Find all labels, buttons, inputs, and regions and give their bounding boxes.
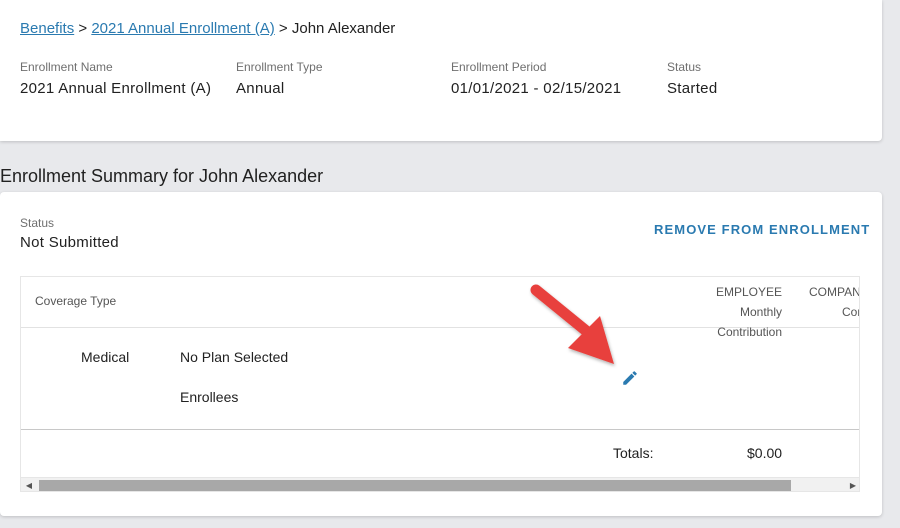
enrollment-status-field: Status Started: [667, 60, 717, 97]
totals-divider: [21, 429, 859, 430]
coverage-type-cell: Medical: [81, 349, 130, 365]
header-coverage-type: Coverage Type: [35, 294, 117, 308]
totals-value: $0.00: [747, 445, 783, 461]
breadcrumb-enrollment-link[interactable]: 2021 Annual Enrollment (A): [91, 20, 274, 37]
header-employee-line1: EMPLOYEE Monthly: [715, 285, 782, 319]
summary-status-value: Not Submitted: [20, 234, 119, 251]
enrollment-status-value: Started: [667, 80, 718, 97]
enrollment-type-label: Enrollment Type: [236, 60, 323, 74]
enrollment-period-label: Enrollment Period: [451, 60, 547, 74]
totals-label: Totals:: [613, 445, 654, 461]
breadcrumb-current: John Alexander: [291, 20, 396, 37]
enrollment-name-value: 2021 Annual Enrollment (A): [20, 80, 212, 97]
enrollment-type-field: Enrollment Type Annual: [236, 60, 323, 97]
enrollment-summary-card: Status Not Submitted REMOVE FROM ENROLLM…: [0, 192, 882, 516]
enrollment-type-value: Annual: [236, 80, 285, 97]
summary-status-label: Status: [20, 216, 55, 230]
scrollbar-thumb[interactable]: [39, 480, 791, 491]
scroll-left-icon[interactable]: ◀: [21, 478, 37, 491]
enrollment-period-value: 01/01/2021 - 02/15/2021: [451, 80, 622, 97]
plan-cell: No Plan Selected: [180, 349, 289, 365]
header-employee-line2: Contribution: [717, 325, 782, 339]
coverage-table: Coverage Type EMPLOYEE Monthly Contribut…: [20, 276, 860, 492]
horizontal-scrollbar[interactable]: ◀ ▶: [21, 477, 859, 491]
table-header: Coverage Type EMPLOYEE Monthly Contribut…: [21, 277, 860, 339]
enrollment-name-field: Enrollment Name 2021 Annual Enrollment (…: [20, 60, 211, 97]
enrollment-period-field: Enrollment Period 01/01/2021 - 02/15/202…: [451, 60, 621, 97]
header-company-line1: COMPANY: [809, 285, 860, 299]
breadcrumb-benefits-link[interactable]: Benefits: [20, 20, 74, 37]
enrollees-cell: Enrollees: [180, 389, 239, 405]
breadcrumb: Benefits > 2021 Annual Enrollment (A) > …: [20, 20, 395, 37]
enrollment-status-label: Status: [667, 60, 702, 74]
pencil-icon[interactable]: [621, 369, 639, 387]
breadcrumb-separator: >: [274, 20, 292, 37]
section-title: Enrollment Summary for John Alexander: [0, 166, 324, 186]
pencil-icon-graphic: [623, 371, 637, 385]
breadcrumb-separator: >: [74, 20, 92, 37]
remove-from-enrollment-button[interactable]: REMOVE FROM ENROLLMENT: [654, 222, 870, 237]
enrollment-header-card: Benefits > 2021 Annual Enrollment (A) > …: [0, 0, 882, 141]
header-company-contribution: COMPANY Con: [809, 282, 860, 322]
header-company-line2: Con: [842, 305, 859, 319]
scroll-right-icon[interactable]: ▶: [845, 478, 859, 491]
header-employee-contribution: EMPLOYEE Monthly Contribution: [682, 282, 782, 342]
enrollment-name-label: Enrollment Name: [20, 60, 113, 74]
